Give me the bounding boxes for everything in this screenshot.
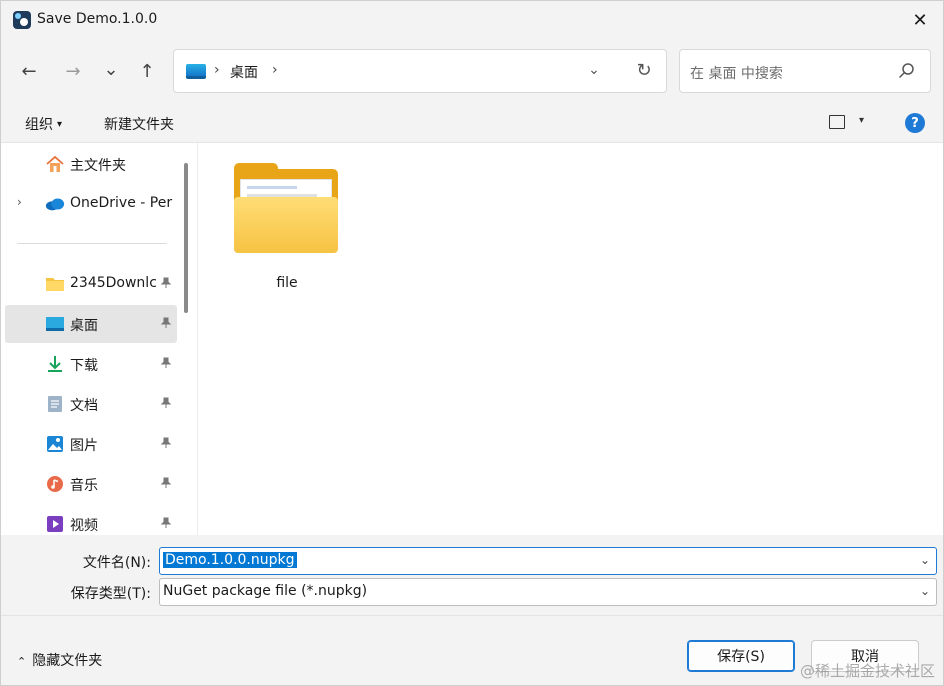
sidebar-item-2345downloads[interactable]: 2345Downlc [5,265,177,303]
pin-icon[interactable] [159,397,173,411]
caret-down-icon[interactable]: ▾ [859,115,864,126]
desktop-icon [45,315,65,333]
chevron-right-icon[interactable]: › [17,195,22,209]
back-button[interactable]: ← [17,59,41,83]
sidebar-item-label: 视频 [70,518,98,534]
filetype-select[interactable]: NuGet package file (*.nupkg) ⌄ [159,578,937,606]
help-icon[interactable]: ? [905,113,925,133]
recent-locations-button[interactable]: ⌄ [99,57,123,81]
hide-folders-button[interactable]: ⌃ 隐藏文件夹 [17,650,102,670]
sidebar-item-onedrive[interactable]: › OneDrive - Per [5,185,177,223]
up-button[interactable]: ↑ [135,59,159,83]
sidebar-item-label: 桌面 [70,318,98,334]
filename-input[interactable]: Demo.1.0.0.nupkg ⌄ [159,547,937,575]
pin-icon[interactable] [159,357,173,371]
filetype-value: NuGet package file (*.nupkg) [163,583,368,599]
navigation-pane: 主文件夹 › OneDrive - Per 2345Downlc 桌面 下载 文… [1,143,197,535]
desktop-icon [186,64,206,79]
address-bar[interactable]: › 桌面 › ⌄ ↻ [173,49,667,93]
pin-icon[interactable] [159,437,173,451]
window-title: Save Demo.1.0.0 [37,11,158,27]
sidebar-item-pictures[interactable]: 图片 [5,425,177,463]
file-item-label: file [276,275,298,291]
arrow-left-icon: ← [21,60,37,82]
sidebar-item-desktop[interactable]: 桌面 [5,305,177,343]
hide-folders-label: 隐藏文件夹 [32,653,103,669]
pin-icon[interactable] [159,477,173,491]
file-list-pane: file [197,143,943,535]
arrow-up-icon: ↑ [139,60,155,82]
organize-button[interactable]: 组织 ▾ [25,114,62,134]
save-dialog: Save Demo.1.0.0 ✕ ← → ⌄ ↑ › 桌面 › ⌄ ↻ 在 桌… [0,0,944,686]
music-icon [45,475,65,493]
dialog-footer: ⌃ 隐藏文件夹 保存(S) 取消 @稀土掘金技术社区 [1,615,943,685]
close-icon: ✕ [912,9,928,31]
onedrive-cloud-icon [45,195,65,213]
sidebar-item-label: 主文件夹 [70,158,126,174]
search-placeholder: 在 桌面 中搜索 [690,66,783,82]
sidebar-scrollbar[interactable] [184,163,188,313]
sidebar-item-home[interactable]: 主文件夹 [5,145,177,183]
filetype-label: 保存类型(T): [70,586,151,602]
file-item-folder[interactable]: file [228,163,346,303]
sidebar-item-documents[interactable]: 文档 [5,385,177,423]
help-glyph: ? [911,115,919,131]
arrow-right-icon: → [65,60,81,82]
sidebar-item-label: 音乐 [70,478,98,494]
new-folder-button[interactable]: 新建文件夹 [104,114,174,134]
sidebar-item-label: OneDrive - Per [70,195,173,211]
view-mode-icon[interactable] [829,115,845,129]
watermark: @稀土掘金技术社区 [799,662,935,680]
filename-value: Demo.1.0.0.nupkg [163,552,297,568]
sidebar-item-downloads[interactable]: 下载 [5,345,177,383]
sidebar-item-label: 2345Downlc [70,275,156,291]
caret-down-icon: ▾ [57,119,63,130]
video-icon [45,515,65,533]
pin-icon[interactable] [159,277,173,291]
close-button[interactable]: ✕ [897,1,943,39]
pin-icon[interactable] [159,317,173,331]
home-icon [45,155,65,173]
refresh-icon[interactable]: ↻ [632,60,656,84]
filename-label: 文件名(N): [82,555,151,571]
chevron-down-icon: ⌄ [103,58,119,80]
search-icon[interactable] [898,62,916,80]
sidebar-divider [17,243,167,244]
document-icon [45,395,65,413]
breadcrumb-separator-icon[interactable]: › [272,62,278,78]
pictures-icon [45,435,65,453]
navigation-bar: ← → ⌄ ↑ › 桌面 › ⌄ ↻ 在 桌面 中搜索 [1,39,943,103]
chevron-down-icon[interactable]: ⌄ [920,553,930,567]
chevron-up-icon: ⌃ [17,655,27,668]
save-fields: 文件名(N): Demo.1.0.0.nupkg ⌄ 保存类型(T): NuGe… [1,535,943,615]
save-button[interactable]: 保存(S) [687,640,795,672]
forward-button[interactable]: → [61,59,85,83]
chevron-down-icon[interactable]: ⌄ [920,584,930,598]
sidebar-item-music[interactable]: 音乐 [5,465,177,503]
breadcrumb-desktop[interactable]: 桌面 [230,62,258,82]
breadcrumb-separator-icon[interactable]: › [214,62,220,78]
search-input[interactable]: 在 桌面 中搜索 [679,49,931,93]
download-icon [45,355,65,373]
title-bar: Save Demo.1.0.0 ✕ [1,1,943,39]
save-button-label: 保存(S) [717,649,765,665]
sidebar-item-label: 图片 [70,438,98,454]
command-bar: 组织 ▾ 新建文件夹 ▾ ? [1,103,943,143]
folder-icon [45,275,65,293]
pin-icon[interactable] [159,517,173,531]
sidebar-item-label: 文档 [70,398,98,414]
sidebar-item-label: 下载 [70,358,98,374]
chevron-down-icon[interactable]: ⌄ [584,62,604,82]
organize-label: 组织 [25,117,53,133]
app-logo-icon [13,11,31,29]
